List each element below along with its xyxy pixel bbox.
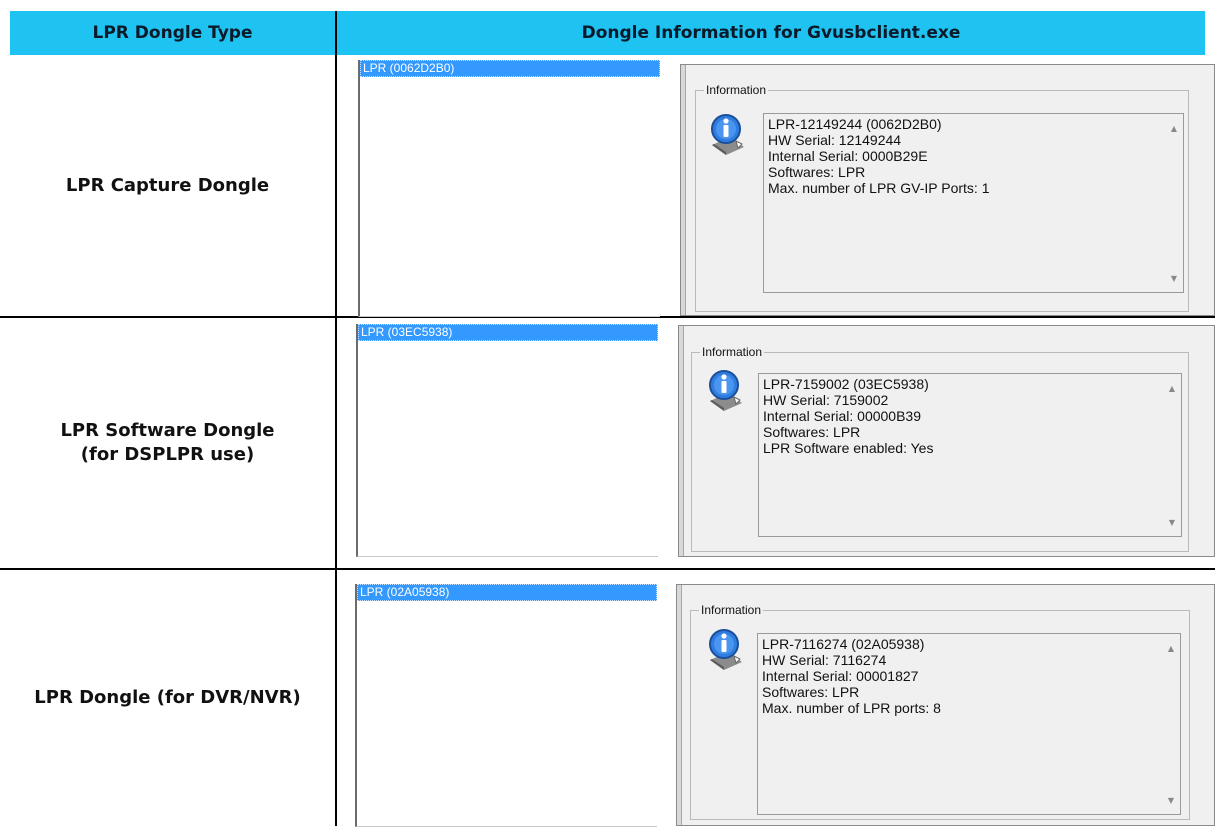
info-line: HW Serial: 7116274 [762,652,887,668]
info-line: Internal Serial: 0000B29E [768,148,928,164]
dongle-type-label: LPR Software Dongle (for DSPLPR use) [60,420,275,465]
information-panel: Information LPR-7116274 (02A05938) HW Se… [676,584,1215,826]
information-lines: LPR-7116274 (02A05938) HW Serial: 711627… [762,636,1160,716]
scroll-up-arrow-icon[interactable]: ▲ [1162,640,1180,656]
information-textbox[interactable]: LPR-7116274 (02A05938) HW Serial: 711627… [757,633,1181,815]
info-icon [711,114,744,155]
information-lines: LPR-12149244 (0062D2B0) HW Serial: 12149… [768,116,1163,196]
dongle-table: LPR Dongle Type Dongle Information for G… [0,0,1215,827]
group-title: Information [700,345,765,359]
info-icon [709,629,742,670]
info-line: LPR-7159002 (03EC5938) [763,376,929,392]
dongle-type-label: LPR Dongle (for DVR/NVR) [34,687,301,708]
dongle-list[interactable]: LPR (0062D2B0) [358,60,660,317]
vertical-scrollbar[interactable]: ▲ ▼ [1165,114,1183,292]
info-line: Softwares: LPR [763,424,861,440]
info-line: LPR Software enabled: Yes [763,440,934,456]
info-line: HW Serial: 7159002 [763,392,889,408]
dongle-list[interactable]: LPR (02A05938) [355,584,657,827]
vertical-scrollbar[interactable]: ▲ ▼ [1162,634,1180,814]
scroll-up-arrow-icon[interactable]: ▲ [1163,380,1181,396]
panel-edge [679,326,684,556]
info-icon [709,370,742,411]
information-group: Information LPR-12149244 (0062D2B0) HW S… [695,83,1189,312]
dongle-list-item-selected[interactable]: LPR (0062D2B0) [360,60,660,77]
panel-edge [681,65,686,315]
information-lines: LPR-7159002 (03EC5938) HW Serial: 715900… [763,376,1161,456]
information-textbox[interactable]: LPR-12149244 (0062D2B0) HW Serial: 12149… [763,113,1184,293]
information-panel: Information LPR-7159002 (03EC5938) HW Se… [678,325,1215,557]
info-line: LPR-7116274 (02A05938) [762,636,925,652]
scroll-down-arrow-icon[interactable]: ▼ [1165,270,1183,286]
header-dongle-information: Dongle Information for Gvusbclient.exe [337,11,1205,55]
info-line: Internal Serial: 00001827 [762,668,919,684]
info-line: HW Serial: 12149244 [768,132,902,148]
scroll-up-arrow-icon[interactable]: ▲ [1165,120,1183,136]
vertical-scrollbar[interactable]: ▲ ▼ [1163,374,1181,536]
info-line: Softwares: LPR [768,164,866,180]
group-title: Information [704,83,769,97]
dongle-list[interactable]: LPR (03EC5938) [356,324,658,557]
panel-edge [677,585,682,825]
info-line: Max. number of LPR ports: 8 [762,700,941,716]
information-group: Information LPR-7159002 (03EC5938) HW Se… [691,345,1189,552]
info-line: Softwares: LPR [762,684,860,700]
information-textbox[interactable]: LPR-7159002 (03EC5938) HW Serial: 715900… [758,373,1182,537]
dongle-type-label: LPR Capture Dongle [65,175,270,196]
info-line: LPR-12149244 (0062D2B0) [768,116,942,132]
dongle-list-item-selected[interactable]: LPR (03EC5938) [358,324,658,341]
information-panel: Information LPR-12149244 (0062D2B0) HW S… [680,64,1215,316]
information-group: Information LPR-7116274 (02A05938) HW Se… [690,603,1190,820]
scroll-down-arrow-icon[interactable]: ▼ [1162,792,1180,808]
dongle-list-item-selected[interactable]: LPR (02A05938) [357,584,657,601]
info-line: Max. number of LPR GV-IP Ports: 1 [768,180,990,196]
info-line: Internal Serial: 00000B39 [763,408,921,424]
column-divider [335,11,337,826]
header-dongle-type: LPR Dongle Type [10,11,335,55]
scroll-down-arrow-icon[interactable]: ▼ [1163,514,1181,530]
group-title: Information [699,603,764,617]
